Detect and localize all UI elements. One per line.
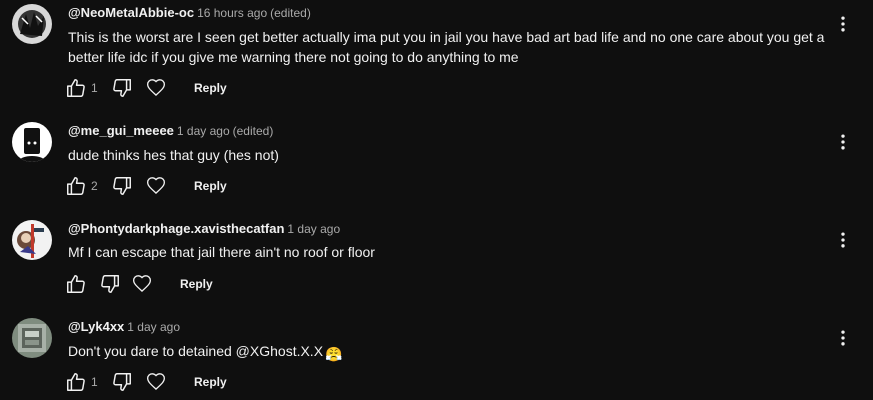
comment-header: @me_gui_meeee 1 day ago (edited) [68, 122, 273, 140]
like-button[interactable] [60, 268, 92, 300]
edited-label: (edited) [270, 6, 311, 20]
comment-header: @NeoMetalAbbie-oc 16 hours ago (edited) [68, 4, 311, 22]
dislike-button[interactable] [106, 170, 138, 202]
dislike-icon [113, 177, 131, 195]
comment-text: This is the worst are I seen get better … [68, 29, 825, 65]
avatar[interactable] [12, 122, 52, 162]
more-actions-button[interactable] [827, 8, 859, 40]
comment-item: @Lyk4xx 1 day ago Don't you dare to detai… [0, 316, 873, 400]
comment-text: Mf I can escape that jail there ain't no… [68, 244, 375, 260]
dislike-icon [113, 79, 131, 97]
heart-icon [132, 275, 152, 292]
comment-text: dude thinks hes that guy (hes not) [68, 147, 279, 163]
like-icon [67, 177, 85, 195]
more-vert-icon [841, 232, 845, 248]
heart-icon [146, 79, 166, 96]
like-count: 1 [91, 375, 98, 389]
like-button[interactable] [60, 170, 92, 202]
comment-author[interactable]: @NeoMetalAbbie-oc [68, 5, 194, 20]
heart-button[interactable] [140, 170, 172, 202]
comment-item: @me_gui_meeee 1 day ago (edited) dude thin… [0, 120, 873, 206]
comment-item: @NeoMetalAbbie-oc 16 hours ago (edited) Th… [0, 0, 873, 110]
avatar[interactable] [12, 4, 52, 44]
comment-time[interactable]: 16 hours ago [197, 6, 267, 20]
more-vert-icon [841, 330, 845, 346]
avatar[interactable] [12, 318, 52, 358]
more-actions-button[interactable] [827, 224, 859, 256]
heart-button[interactable] [140, 366, 172, 398]
comment-time[interactable]: 1 day ago [127, 320, 180, 334]
reply-button[interactable]: Reply [182, 366, 239, 398]
heart-icon [146, 373, 166, 390]
like-button[interactable] [60, 366, 92, 398]
reply-button[interactable]: Reply [168, 268, 225, 300]
comment-author[interactable]: @Phontydarkphage.xavisthecatfan [68, 221, 284, 236]
dislike-button[interactable] [94, 268, 126, 300]
like-button[interactable] [60, 72, 92, 104]
comment-time[interactable]: 1 day ago [287, 222, 340, 236]
reply-button[interactable]: Reply [182, 170, 239, 202]
comment-text: Don't you dare to detained @XGhost.X.X 😤 [68, 341, 828, 364]
emoji-steam-face: 😤 [325, 346, 343, 362]
edited-label: (edited) [232, 124, 274, 138]
more-actions-button[interactable] [827, 322, 859, 354]
dislike-icon [101, 275, 119, 293]
reply-button[interactable]: Reply [182, 72, 239, 104]
comment-header: @Phontydarkphage.xavisthecatfan 1 day ago [68, 220, 340, 238]
comment-header: @Lyk4xx 1 day ago [68, 318, 180, 336]
like-count: 1 [91, 81, 98, 95]
dislike-button[interactable] [106, 72, 138, 104]
comment-time[interactable]: 1 day ago [177, 124, 230, 138]
more-vert-icon [841, 16, 845, 32]
avatar[interactable] [12, 220, 52, 260]
like-icon [67, 79, 85, 97]
comment-author[interactable]: @Lyk4xx [68, 319, 124, 334]
heart-button[interactable] [140, 72, 172, 104]
comment-author[interactable]: @me_gui_meeee [68, 123, 174, 138]
like-icon [67, 373, 85, 391]
comment-item: @Phontydarkphage.xavisthecatfan 1 day ago… [0, 218, 873, 304]
heart-button[interactable] [126, 268, 158, 300]
more-actions-button[interactable] [827, 126, 859, 158]
more-vert-icon [841, 134, 845, 150]
dislike-button[interactable] [106, 366, 138, 398]
dislike-icon [113, 373, 131, 391]
heart-icon [146, 177, 166, 194]
like-icon [67, 275, 85, 293]
comment-text-body: Don't you dare to detained @XGhost.X.X [68, 343, 324, 359]
like-count: 2 [91, 179, 98, 193]
